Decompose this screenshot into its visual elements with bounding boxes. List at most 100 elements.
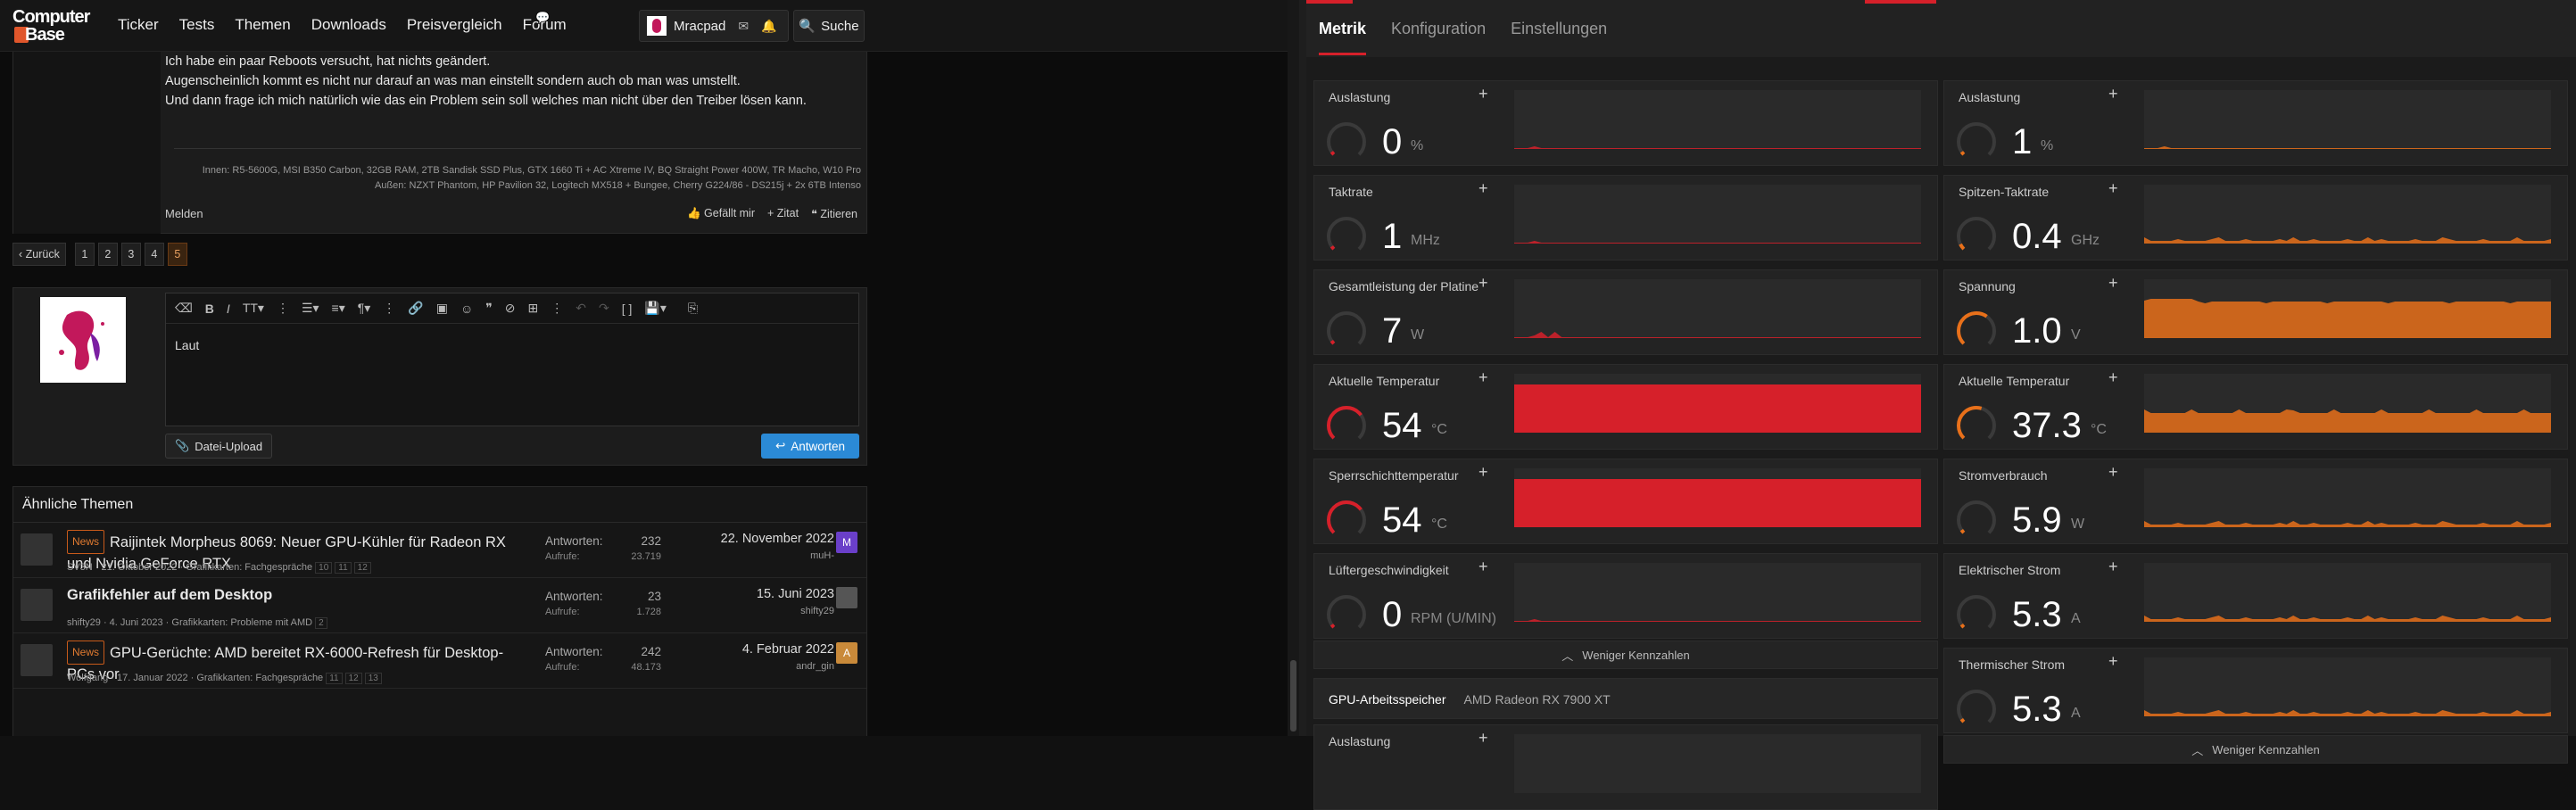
computerbase-logo[interactable]: Computer Base [12, 7, 102, 46]
reply-submit-button[interactable]: ↩ Antworten [761, 434, 859, 459]
table-icon[interactable]: ⊞ [528, 301, 539, 316]
page-1[interactable]: 1 [74, 243, 95, 266]
add-metric-icon[interactable]: + [2108, 463, 2118, 482]
add-metric-icon[interactable]: + [1479, 729, 1488, 748]
tab-konfiguration[interactable]: Konfiguration [1391, 0, 1486, 57]
nav-tests[interactable]: Tests [179, 16, 215, 34]
add-metric-icon[interactable]: + [2108, 85, 2118, 103]
collapse-metrics-button[interactable]: ︿ Weniger Kennzahlen [1943, 735, 2568, 764]
paragraph-icon[interactable]: ¶▾ [358, 301, 371, 316]
thread-row[interactable]: News Raijintek Morpheus 8069: Neuer GPU-K… [13, 523, 866, 578]
reply-editor[interactable]: ⌫ B I TT▾ ⋮ ☰▾ ≡▾ ¶▾ ⋮ 🔗 ▣ ☺ ❞ ⊘ ⊞ ⋮ ↶ ↷… [165, 293, 859, 426]
thread-page-link[interactable]: 13 [364, 673, 382, 684]
add-metric-icon[interactable]: + [2108, 368, 2118, 387]
thread-page-link[interactable]: 2 [315, 617, 327, 629]
username: Mracpad [674, 18, 726, 34]
metric-unit: W [1411, 327, 1425, 343]
save-draft-icon[interactable]: 💾▾ [644, 301, 666, 316]
more-icon[interactable]: ⋮ [277, 301, 289, 316]
chat-bubble-icon[interactable]: 💬 [535, 11, 550, 25]
thread-row[interactable]: Grafikfehler auf dem Desktop shifty29 · … [13, 578, 866, 633]
multiquote-button[interactable]: ❝ Zitieren [811, 207, 857, 220]
more-icon[interactable]: ⋮ [551, 301, 563, 316]
metric-card: Elektrischer Strom + 5.3 A [1943, 553, 2568, 639]
add-metric-icon[interactable]: + [1479, 463, 1488, 482]
nav-downloads[interactable]: Downloads [311, 16, 386, 34]
file-upload-button[interactable]: 📎 Datei-Upload [165, 434, 273, 459]
last-post[interactable]: 22. November 2022 muH- [674, 532, 834, 561]
page-back[interactable]: ‹ Zurück [12, 243, 66, 266]
nav-themen[interactable]: Themen [235, 16, 290, 34]
thread-row[interactable]: News GPU-Gerüchte: AMD bereitet RX-6000-R… [13, 633, 866, 689]
thread-page-link[interactable]: 12 [353, 562, 371, 574]
list-icon[interactable]: ☰▾ [302, 301, 319, 316]
add-metric-icon[interactable]: + [1479, 274, 1488, 293]
nav-preisvergleich[interactable]: Preisvergleich [407, 16, 502, 34]
search-button[interactable]: 🔍 Suche [793, 10, 865, 42]
bold-icon[interactable]: B [205, 302, 214, 316]
page-scrollbar[interactable] [1288, 0, 1299, 736]
eraser-icon[interactable]: ⌫ [175, 301, 193, 316]
bbcode-icon[interactable]: [ ] [622, 302, 633, 316]
thread-page-link[interactable]: 10 [315, 562, 333, 574]
tab-metrik[interactable]: Metrik [1319, 0, 1367, 57]
metric-name: Auslastung [1329, 90, 1391, 104]
last-poster-avatar[interactable]: M [836, 532, 857, 553]
metric-card: Spannung + 1.0 V [1943, 269, 2568, 355]
thread-title[interactable]: Grafikfehler auf dem Desktop [67, 585, 531, 606]
add-metric-icon[interactable]: + [2108, 558, 2118, 576]
add-metric-icon[interactable]: + [1479, 179, 1488, 198]
mail-icon[interactable]: ✉ [738, 19, 749, 34]
thread-page-link[interactable]: 11 [326, 673, 343, 684]
quote-icon[interactable]: ❞ [485, 301, 493, 316]
nav-ticker[interactable]: Ticker [118, 16, 159, 34]
thread-page-link[interactable]: 11 [335, 562, 352, 574]
report-link[interactable]: Melden [165, 207, 203, 220]
preview-icon[interactable]: ⎘ [688, 301, 698, 316]
window-divider[interactable] [1299, 0, 1306, 736]
add-metric-icon[interactable]: + [2108, 179, 2118, 198]
metric-history-chart [1514, 279, 1921, 338]
search-icon: 🔍 [799, 19, 816, 34]
scrollbar-thumb[interactable] [1290, 660, 1296, 731]
spoiler-icon[interactable]: ⊘ [505, 301, 516, 316]
post-signature: Innen: R5-5600G, MSI B350 Carbon, 32GB R… [174, 148, 861, 194]
add-metric-icon[interactable]: + [1479, 558, 1488, 576]
add-metric-icon[interactable]: + [2108, 274, 2118, 293]
last-post[interactable]: 15. Juni 2023 shifty29 [674, 587, 834, 616]
italic-icon[interactable]: I [227, 302, 230, 316]
thread-page-link[interactable]: 12 [344, 673, 362, 684]
more-icon[interactable]: ⋮ [383, 301, 395, 316]
last-poster-avatar[interactable]: A [836, 642, 857, 664]
metric-value: 37.3 [2012, 406, 2082, 445]
redo-icon[interactable]: ↷ [599, 301, 609, 316]
bell-icon[interactable]: 🔔 [761, 19, 776, 34]
like-button[interactable]: 👍 Gefällt mir [687, 207, 755, 220]
vram-section-header[interactable]: GPU-Arbeitsspeicher AMD Radeon RX 7900 XT [1313, 678, 1938, 719]
page-4[interactable]: 4 [144, 243, 164, 266]
gauge-icon [1957, 122, 1996, 161]
emoji-icon[interactable]: ☺ [460, 302, 473, 316]
similar-heading: Ähnliche Themen [13, 487, 866, 523]
page-5-current[interactable]: 5 [167, 243, 187, 266]
align-icon[interactable]: ≡▾ [332, 301, 345, 316]
add-metric-icon[interactable]: + [1479, 368, 1488, 387]
link-icon[interactable]: 🔗 [408, 301, 423, 316]
page-3[interactable]: 3 [120, 243, 141, 266]
undo-icon[interactable]: ↶ [576, 301, 586, 316]
quote-button[interactable]: + Zitat [767, 207, 799, 220]
last-post[interactable]: 4. Februar 2022 andr_gin [674, 642, 834, 672]
add-metric-icon[interactable]: + [1479, 85, 1488, 103]
image-icon[interactable]: ▣ [436, 301, 448, 316]
last-poster-avatar[interactable] [836, 587, 857, 608]
page-2[interactable]: 2 [97, 243, 118, 266]
metric-history-chart [2144, 185, 2551, 244]
tab-einstellungen[interactable]: Einstellungen [1511, 0, 1607, 57]
replies-count: 23 [647, 590, 661, 603]
thread-meta-text: shifty29 · 4. Juni 2023 · Grafikkarten: … [67, 617, 313, 628]
user-menu[interactable]: Mracpad ✉ 🔔 [639, 10, 789, 42]
font-size-icon[interactable]: TT▾ [243, 301, 264, 316]
collapse-metrics-button[interactable]: ︿ Weniger Kennzahlen [1313, 641, 1938, 669]
add-metric-icon[interactable]: + [2108, 652, 2118, 671]
editor-content[interactable]: Laut [166, 324, 858, 367]
